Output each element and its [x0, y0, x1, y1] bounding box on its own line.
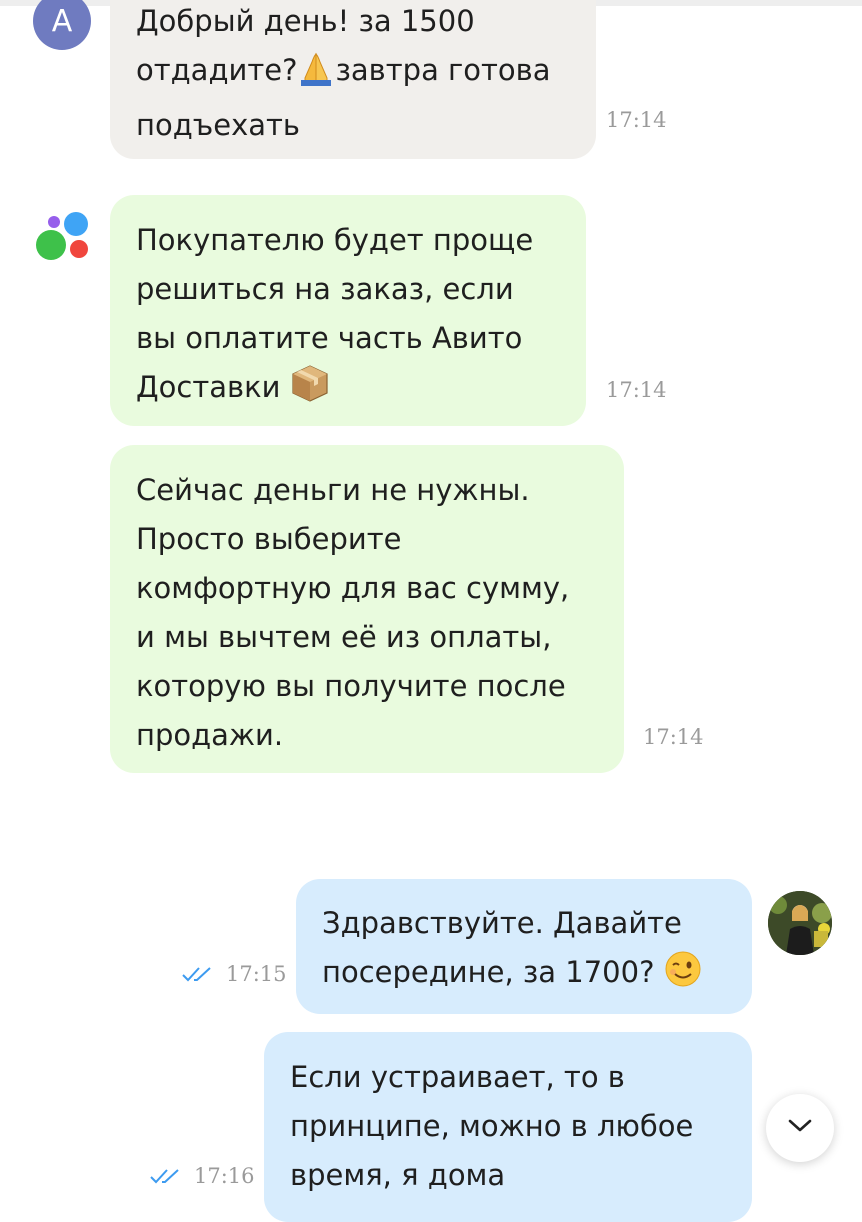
- message-text-line: Добрый день! за 1500: [136, 4, 475, 38]
- message-time: 17:16: [150, 1164, 255, 1190]
- message-bubble-system[interactable]: Сейчас деньги не нужны. Просто выберите …: [110, 445, 624, 773]
- message-time: 17:14: [606, 108, 667, 132]
- double-check-icon: [150, 1166, 184, 1190]
- message-time: 17:14: [606, 378, 667, 402]
- user-avatar[interactable]: [768, 891, 832, 955]
- folded-hands-emoji: [297, 48, 335, 101]
- message-text-line: Здравствуйте. Давайте: [322, 906, 682, 940]
- message-text-line: отдадите? завтра готова: [136, 46, 570, 101]
- sender-initial: А: [51, 3, 73, 39]
- message-bubble-outgoing[interactable]: Здравствуйте. Давайте посередине, за 170…: [296, 879, 752, 1014]
- message-time: 17:15: [182, 962, 287, 988]
- message-text: Сейчас деньги не нужны. Просто выберите …: [136, 473, 570, 752]
- scroll-to-bottom-button[interactable]: [766, 1094, 834, 1162]
- message-text-line: Покупателю будет проще: [136, 223, 534, 257]
- message-bubble-system[interactable]: Покупателю будет проще решиться на заказ…: [110, 195, 586, 426]
- message-bubble-incoming[interactable]: Добрый день! за 1500 отдадите? завтра го…: [110, 0, 596, 159]
- message-text-line: Доставки: [136, 363, 560, 418]
- message-text: Если устраивает, то в принципе, можно в …: [290, 1060, 694, 1192]
- message-text-line: вы оплатите часть Авито: [136, 321, 523, 355]
- message-time: 17:14: [643, 725, 704, 749]
- message-bubble-outgoing[interactable]: Если устраивает, то в принципе, можно в …: [264, 1032, 752, 1222]
- double-check-icon: [182, 964, 216, 988]
- message-text-line: решиться на заказ, если: [136, 272, 514, 306]
- chevron-down-icon: [787, 1118, 813, 1138]
- package-emoji: [290, 363, 330, 418]
- sender-avatar[interactable]: А: [33, 0, 91, 50]
- message-text-line: посередине, за 1700?: [322, 948, 726, 1003]
- avito-logo: [36, 212, 92, 264]
- winking-face-emoji: [664, 950, 702, 1003]
- message-text-line: подъехать: [136, 108, 301, 142]
